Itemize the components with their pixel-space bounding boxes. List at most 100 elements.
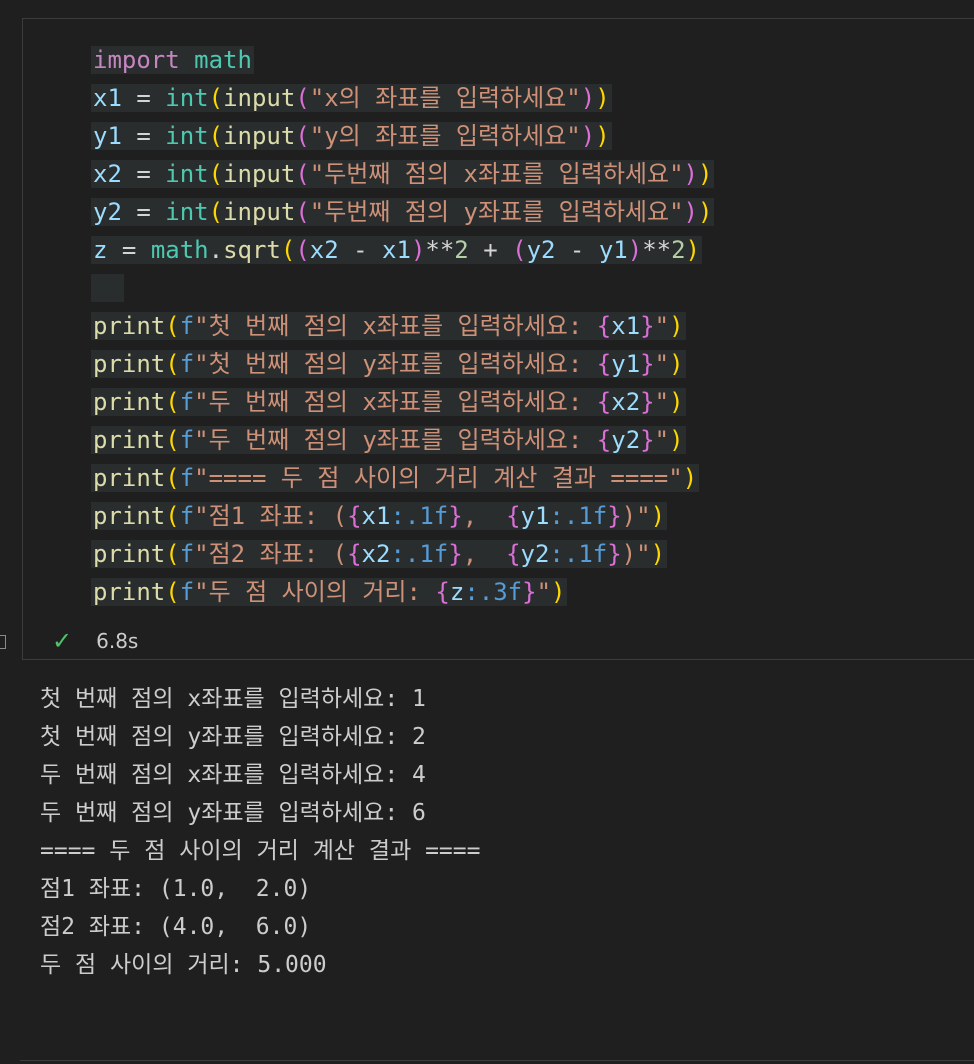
code-token: x1 — [361, 502, 391, 530]
code-line-highlight — [91, 274, 124, 302]
code-token: :.1f — [390, 502, 449, 530]
code-line[interactable]: import math — [91, 41, 714, 79]
code-line[interactable]: print(f"첫 번째 점의 x좌표를 입력하세요: {x1}") — [91, 307, 714, 345]
code-token: import — [93, 46, 180, 74]
code-token: math — [194, 46, 252, 74]
code-token: ( — [165, 502, 180, 530]
code-token: "==== 두 점 사이의 거리 계산 결과 ====" — [194, 464, 683, 492]
code-line-highlight: y2 = int(input("두번째 점의 y좌표를 입력하세요")) — [91, 198, 715, 226]
cell-output: 첫 번째 점의 x좌표를 입력하세요: 1 첫 번째 점의 y좌표를 입력하세요:… — [40, 680, 480, 984]
cell-collapse-handle[interactable] — [0, 635, 6, 649]
code-token: { — [596, 350, 612, 378]
code-token: ( — [280, 236, 296, 264]
code-token: } — [640, 350, 655, 378]
code-token: y2 — [93, 198, 122, 226]
code-token: y1 — [93, 122, 122, 150]
code-token: = — [107, 236, 151, 264]
code-token: } — [640, 426, 655, 454]
code-token: , — [462, 502, 507, 530]
code-token: { — [347, 540, 362, 568]
code-token: :.1f — [390, 540, 449, 568]
code-line[interactable]: y2 = int(input("두번째 점의 y좌표를 입력하세요")) — [91, 193, 715, 231]
output-line: 점2 좌표: (4.0, 6.0) — [40, 914, 312, 940]
code-line[interactable] — [91, 269, 714, 307]
code-token: "y의 좌표를 입력하세요" — [309, 122, 581, 150]
code-line-highlight: print(f"두 번째 점의 x좌표를 입력하세요: {x2}") — [91, 388, 686, 416]
code-token: y2 — [611, 426, 641, 454]
code-token: input — [223, 84, 296, 112]
code-line[interactable]: y1 = int(input("y의 좌표를 입력하세요")) — [91, 117, 714, 155]
code-line[interactable]: print(f"점1 좌표: ({x1:.1f}, {y1:.1f})") — [91, 497, 714, 535]
code-token: ( — [208, 198, 224, 226]
code-token: y1 — [520, 502, 550, 530]
code-line[interactable]: print(f"두 번째 점의 x좌표를 입력하세요: {x2}") — [91, 383, 714, 421]
cell-divider — [20, 1060, 974, 1061]
code-token: ) — [595, 84, 610, 112]
code-token: ) — [685, 236, 700, 264]
code-token: ) — [682, 464, 698, 492]
code-token: ) — [669, 312, 684, 340]
code-token: z — [93, 236, 108, 264]
output-line: 두 번째 점의 x좌표를 입력하세요: 4 — [40, 762, 426, 788]
code-token: x2 — [611, 388, 641, 416]
code-token: ( — [165, 464, 180, 492]
code-token: f — [179, 540, 195, 568]
code-token: "두번째 점의 y좌표를 입력하세요" — [309, 198, 684, 226]
code-token: ) — [697, 160, 713, 188]
code-line-highlight: x2 = int(input("두번째 점의 x좌표를 입력하세요")) — [91, 160, 715, 188]
code-token: "첫 번째 점의 x좌표를 입력하세요: — [194, 312, 597, 340]
code-token: ) — [669, 388, 684, 416]
code-token: ( — [512, 236, 527, 264]
code-token: print — [93, 426, 166, 454]
code-token: = — [121, 198, 166, 226]
code-token: + — [468, 236, 513, 264]
output-line: 점1 좌표: (1.0, 2.0) — [40, 876, 312, 902]
code-token: ( — [165, 578, 180, 606]
code-token: :.1f — [549, 540, 608, 568]
code-line[interactable]: x1 = int(input("x의 좌표를 입력하세요")) — [91, 79, 714, 117]
code-token: "점1 좌표: ( — [194, 502, 348, 530]
output-line: 두 점 사이의 거리: 5.000 — [40, 952, 327, 978]
code-line[interactable]: z = math.sqrt((x2 - x1)**2 + (y2 - y1)**… — [91, 231, 714, 269]
code-line[interactable]: print(f"==== 두 점 사이의 거리 계산 결과 ====") — [91, 459, 714, 497]
code-token: ( — [208, 160, 224, 188]
code-token: f — [179, 578, 195, 606]
code-token: "두 점 사이의 거리: — [194, 578, 436, 606]
code-line[interactable]: print(f"두 번째 점의 y좌표를 입력하세요: {y2}") — [91, 421, 714, 459]
code-token: ( — [165, 350, 180, 378]
code-line[interactable]: print(f"두 점 사이의 거리: {z:.3f}") — [91, 573, 714, 611]
code-token: )" — [621, 540, 651, 568]
code-token: y1 — [611, 350, 641, 378]
code-line-highlight: print(f"점1 좌표: ({x1:.1f}, {y1:.1f})") — [91, 502, 668, 530]
code-token: ** — [642, 236, 672, 264]
code-line[interactable]: x2 = int(input("두번째 점의 x좌표를 입력하세요")) — [91, 155, 715, 193]
code-token: "두 번째 점의 x좌표를 입력하세요: — [194, 388, 597, 416]
code-token: print — [93, 578, 166, 606]
code-token: ( — [208, 84, 224, 112]
code-token: { — [596, 388, 612, 416]
code-line[interactable]: print(f"첫 번째 점의 y좌표를 입력하세요: {y1}") — [91, 345, 714, 383]
code-token: { — [506, 540, 521, 568]
code-token: f — [179, 426, 195, 454]
code-token: = — [121, 122, 166, 150]
code-token: x2 — [361, 540, 391, 568]
code-line[interactable]: print(f"점2 좌표: ({x2:.1f}, {y2:.1f})") — [91, 535, 714, 573]
code-token: = — [121, 84, 166, 112]
code-token: f — [179, 502, 195, 530]
code-editor[interactable]: import math x1 = int(input("x의 좌표를 입력하세요"… — [91, 41, 715, 611]
code-token: } — [640, 388, 655, 416]
code-token: 2 — [671, 236, 686, 264]
code-token: ) — [650, 502, 666, 530]
code-token: ( — [295, 160, 310, 188]
code-line-highlight: print(f"점2 좌표: ({x2:.1f}, {y2:.1f})") — [91, 540, 668, 568]
code-token: :.1f — [549, 502, 608, 530]
code-line-highlight: print(f"두 번째 점의 y좌표를 입력하세요: {y2}") — [91, 426, 686, 454]
code-token: print — [93, 464, 166, 492]
code-token: " — [536, 578, 552, 606]
code-token: ) — [669, 426, 684, 454]
code-token: " — [654, 426, 670, 454]
code-token: } — [607, 540, 622, 568]
code-token: = — [121, 160, 166, 188]
code-token: { — [596, 312, 612, 340]
